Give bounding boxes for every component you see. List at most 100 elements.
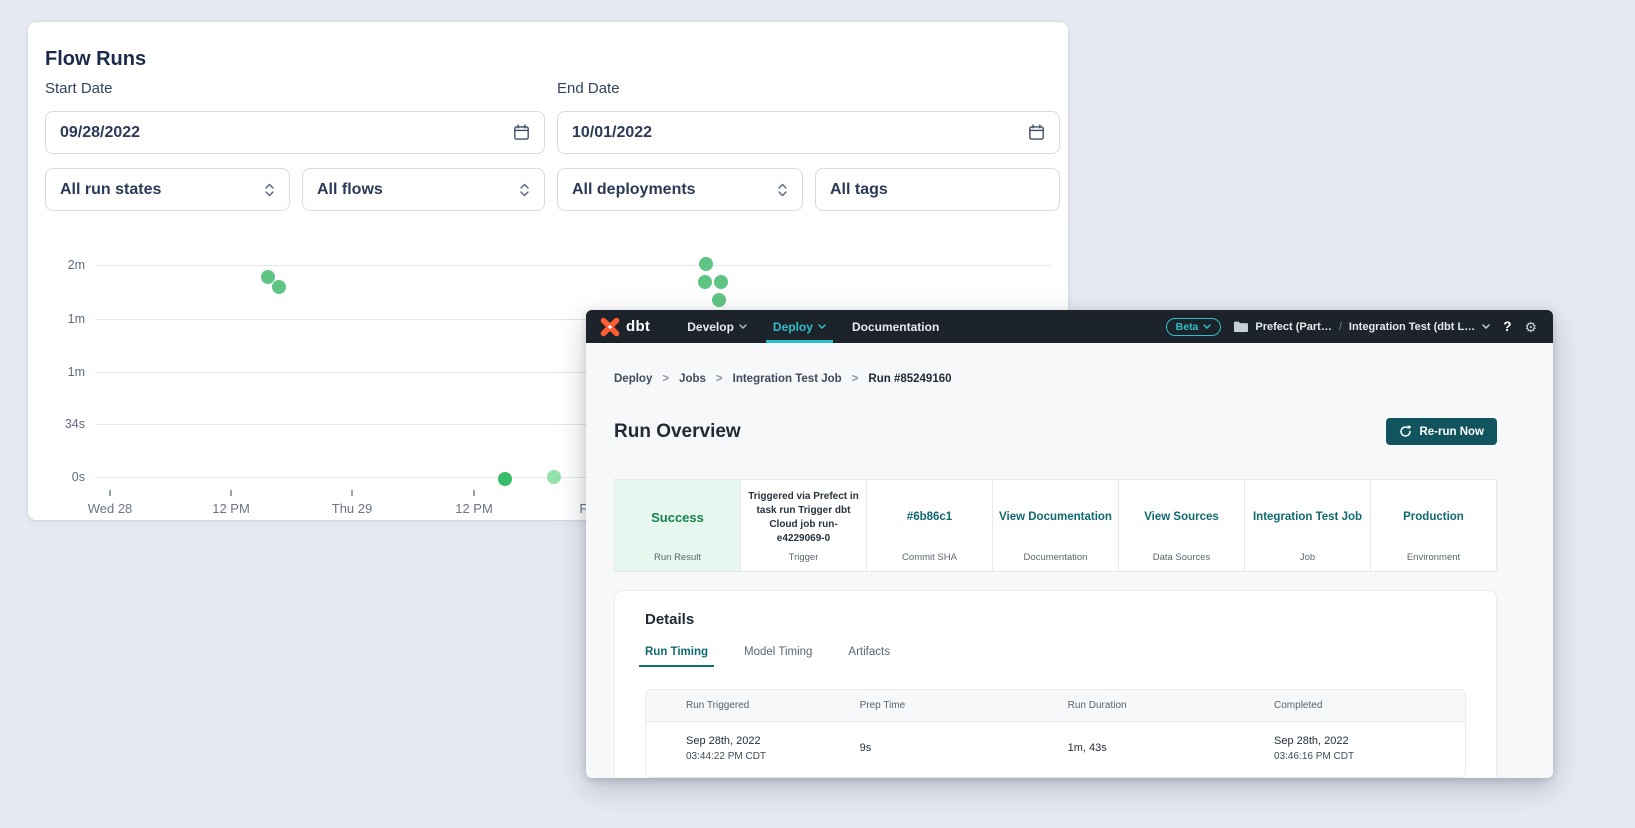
table-cell: Sep 28th, 2022 03:46:16 PM CDT — [1234, 722, 1465, 777]
table-column-header: Prep Time — [820, 690, 1028, 721]
details-card: Details Run TimingModel TimingArtifacts … — [614, 590, 1497, 778]
x-axis-tick-mark — [230, 490, 232, 496]
nav-item-label: Documentation — [852, 320, 939, 334]
x-axis-tick-label: Wed 28 — [88, 501, 133, 516]
flow-run-point[interactable] — [698, 275, 712, 289]
summary-card-value-wrap: Production — [1403, 490, 1464, 546]
tab-model-timing[interactable]: Model Timing — [744, 646, 812, 667]
summary-card-value-wrap: Success — [651, 490, 704, 546]
summary-card-value[interactable]: View Sources — [1144, 510, 1219, 526]
table-cell-primary: Sep 28th, 2022 — [1274, 735, 1465, 747]
summary-card-value-wrap: View Sources — [1144, 490, 1219, 546]
re-run-now-button[interactable]: Re-run Now — [1386, 418, 1497, 445]
x-axis-tick-mark — [473, 490, 475, 496]
desktop: Flow Runs Start Date End Date All run st… — [0, 0, 1635, 828]
chevron-down-icon — [1482, 324, 1490, 329]
re-run-now-label: Re-run Now — [1419, 426, 1484, 438]
summary-card-data-sources: View Sources Data Sources — [1118, 480, 1244, 571]
run-timing-table: Run TriggeredPrep TimeRun DurationComple… — [645, 689, 1466, 778]
tab-artifacts[interactable]: Artifacts — [848, 646, 890, 667]
refresh-icon — [1399, 425, 1412, 438]
summary-card-run-result: SuccessRun Result — [615, 480, 740, 571]
flow-run-point[interactable] — [699, 257, 713, 271]
nav-item-develop[interactable]: Develop — [674, 310, 760, 343]
nav-item-deploy[interactable]: Deploy — [760, 310, 839, 343]
navbar-right-cluster: Beta Prefect (Part… / Integration Test (… — [1166, 318, 1537, 336]
summary-card-label: Job — [1300, 552, 1315, 563]
summary-card-value: Triggered via Prefect in task run Trigge… — [747, 490, 860, 546]
beta-dropdown[interactable]: Beta — [1166, 318, 1222, 336]
summary-card-environment: Production Environment — [1370, 480, 1496, 571]
breadcrumb-separator-icon: > — [852, 373, 859, 385]
tab-run-timing[interactable]: Run Timing — [645, 646, 708, 667]
dbt-navbar: dbt Develop Deploy Documentation Beta Pref… — [586, 310, 1553, 343]
y-axis-tick-label: 0s — [36, 470, 85, 484]
dbt-cloud-window: dbt Develop Deploy Documentation Beta Pref… — [586, 310, 1553, 778]
breadcrumb-separator-icon: > — [716, 373, 723, 385]
table-cell-secondary: 03:46:16 PM CDT — [1274, 751, 1465, 762]
chevron-down-icon — [818, 324, 826, 329]
table-row: Sep 28th, 202203:44:22 PM CDT9s1m, 43sSe… — [646, 722, 1465, 777]
nav-item-label: Develop — [687, 320, 734, 334]
x-axis-tick-label: 12 PM — [455, 501, 493, 516]
summary-card-value-wrap: Integration Test Job — [1253, 490, 1362, 546]
breadcrumb-current: Run #85249160 — [868, 373, 951, 385]
summary-card-value[interactable]: Production — [1403, 510, 1464, 526]
summary-card-value[interactable]: View Documentation — [999, 510, 1112, 526]
x-axis-tick-label: Thu 29 — [332, 501, 372, 516]
dbt-main-menu: Develop Deploy Documentation — [674, 310, 952, 343]
breadcrumb-link[interactable]: Integration Test Job — [733, 373, 842, 385]
summary-card-trigger: Triggered via Prefect in task run Trigge… — [740, 480, 866, 571]
account-switcher[interactable]: Prefect (Part… / Integration Test (dbt L… — [1234, 321, 1490, 333]
breadcrumb: Deploy > Jobs > Integration Test Job > Run #85… — [614, 373, 1497, 385]
table-cell-primary: 9s — [860, 742, 1028, 754]
table-column-header: Run Duration — [1028, 690, 1234, 721]
x-axis-tick-mark — [351, 490, 353, 496]
x-axis-tick-mark — [109, 490, 111, 496]
details-heading: Details — [645, 611, 1466, 628]
nav-item-documentation[interactable]: Documentation — [839, 310, 952, 343]
y-axis-tick-label: 1m — [36, 312, 85, 326]
table-column-header: Completed — [1234, 690, 1465, 721]
summary-card-label: Data Sources — [1153, 552, 1211, 563]
table-body: Sep 28th, 202203:44:22 PM CDT9s1m, 43sSe… — [646, 722, 1465, 777]
flow-run-point[interactable] — [712, 293, 726, 307]
flow-run-point[interactable] — [272, 280, 286, 294]
gridline — [95, 265, 1050, 266]
chevron-down-icon — [1203, 324, 1211, 329]
table-cell: Sep 28th, 2022 03:44:22 PM CDT — [646, 722, 820, 777]
summary-card-job: Integration Test Job Job — [1244, 480, 1370, 571]
gear-icon[interactable]: ⚙ — [1524, 320, 1537, 334]
beta-label: Beta — [1176, 321, 1199, 333]
table-header-row: Run TriggeredPrep TimeRun DurationComple… — [646, 690, 1465, 722]
table-cell-primary: 1m, 43s — [1068, 742, 1234, 754]
dbt-logo[interactable]: dbt — [600, 317, 650, 337]
chevron-down-icon — [739, 324, 747, 329]
breadcrumb-separator-icon: > — [662, 373, 669, 385]
dbt-logo-text: dbt — [626, 318, 650, 335]
page-title: Run Overview — [614, 421, 741, 443]
summary-card-label: Trigger — [789, 552, 819, 563]
details-tabs: Run Timing Model Timing Artifacts — [645, 646, 1466, 667]
nav-item-label: Deploy — [773, 320, 813, 334]
table-cell-primary: Sep 28th, 2022 — [686, 735, 820, 747]
summary-card-value[interactable]: #6b86c1 — [907, 510, 952, 526]
summary-card-label: Environment — [1407, 552, 1460, 563]
table-cell: 1m, 43s — [1028, 722, 1234, 777]
summary-card-commit-sha: #6b86c1Commit SHA — [866, 480, 992, 571]
breadcrumb-link[interactable]: Deploy — [614, 373, 652, 385]
account-project: Prefect (Part… — [1255, 321, 1331, 333]
y-axis-tick-label: 34s — [36, 417, 85, 431]
y-axis-tick-label: 1m — [36, 365, 85, 379]
breadcrumb-link[interactable]: Jobs — [679, 373, 706, 385]
flow-run-point[interactable] — [547, 470, 561, 484]
flow-run-point[interactable] — [714, 275, 728, 289]
flow-run-point[interactable] — [498, 472, 512, 486]
summary-card-value-wrap: Triggered via Prefect in task run Trigge… — [747, 490, 860, 546]
run-summary-strip: SuccessRun ResultTriggered via Prefect i… — [614, 479, 1497, 572]
x-axis-tick-label: 12 PM — [212, 501, 250, 516]
table-column-header: Run Triggered — [646, 690, 820, 721]
table-cell-secondary: 03:44:22 PM CDT — [686, 751, 820, 762]
help-icon[interactable]: ? — [1503, 319, 1511, 334]
summary-card-value[interactable]: Integration Test Job — [1253, 510, 1362, 526]
